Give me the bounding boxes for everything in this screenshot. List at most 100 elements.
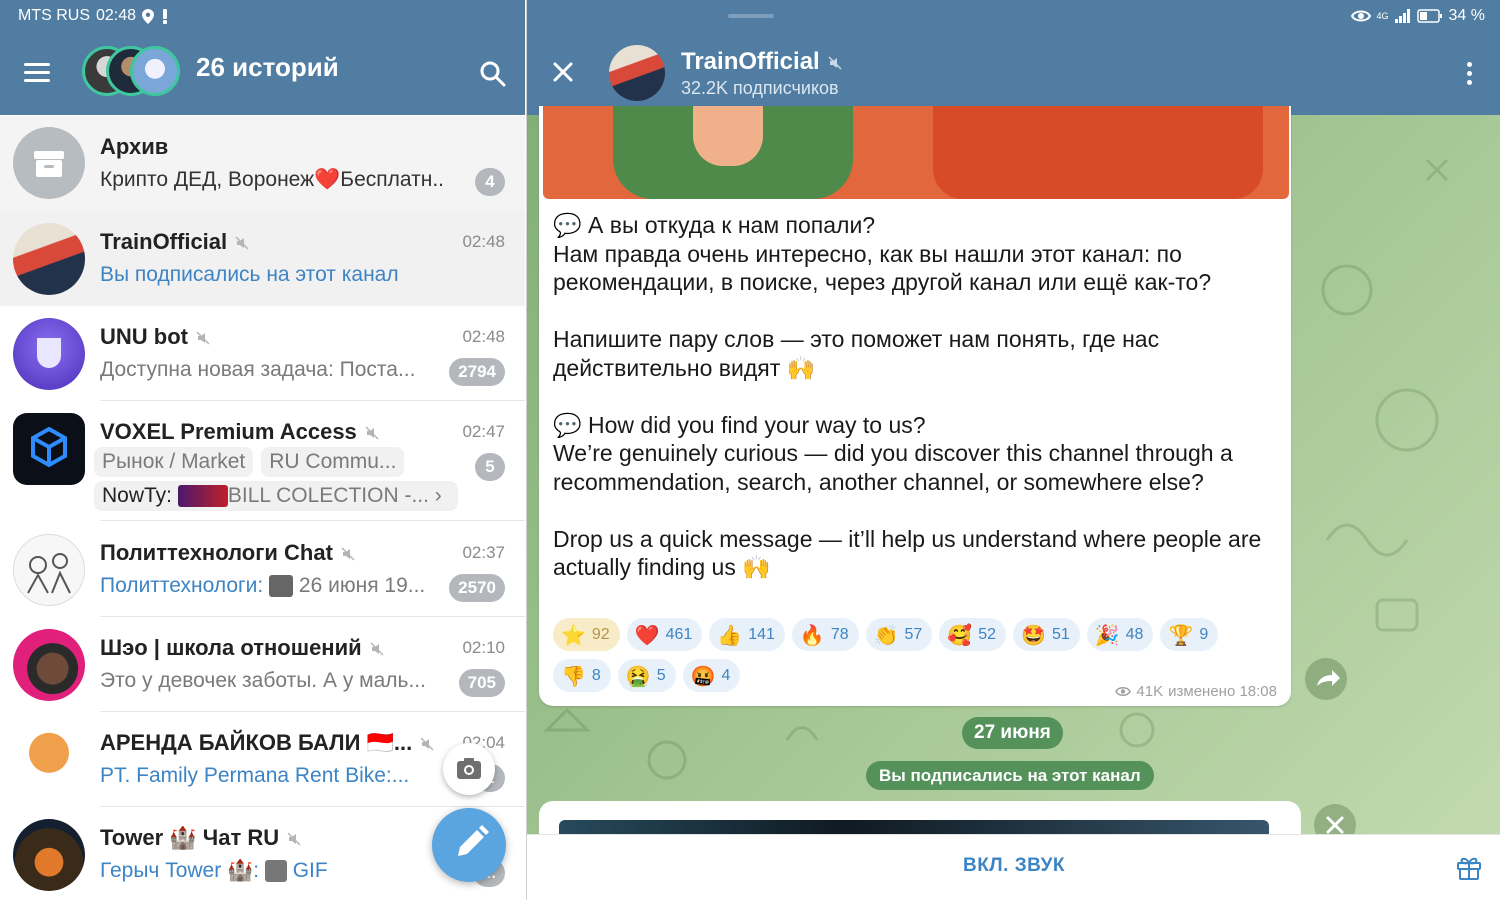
chat-title: Политтехнологи Chat bbox=[100, 540, 355, 566]
chat-row-polittech[interactable]: Политтехнологи Chat 02:37 Политтехнологи… bbox=[0, 522, 525, 617]
unread-badge: 705 bbox=[458, 669, 505, 697]
chat-preview: Политтехнологи: 26 июня 19... bbox=[100, 574, 445, 598]
star-struck-icon: 🤩 bbox=[1021, 622, 1046, 647]
reaction-star-struck[interactable]: 🤩 51 bbox=[1013, 618, 1080, 651]
stories-title[interactable]: 26 историй bbox=[196, 52, 339, 83]
edited-label: изменено 18:08 bbox=[1168, 683, 1277, 700]
reaction-party[interactable]: 🎉 48 bbox=[1086, 618, 1154, 651]
chat-row-trainofficial[interactable]: TrainOfficial 02:48 Вы подписались на эт… bbox=[0, 211, 525, 306]
preview-sender: Герыч Tower 🏰: bbox=[100, 859, 260, 882]
clock: 02:48 bbox=[96, 7, 137, 24]
chat-row-unu-bot[interactable]: UNU bot 02:48 Доступна новая задача: Пос… bbox=[0, 306, 525, 401]
unread-badge: 2794 bbox=[449, 358, 505, 386]
post-illustration[interactable] bbox=[543, 106, 1289, 199]
chat-title: Шэо | школа отношений bbox=[100, 635, 384, 661]
gif-thumb bbox=[264, 860, 287, 883]
last-message[interactable]: NowTy: BILL COLECTION -... › bbox=[94, 481, 458, 511]
preview-text: 26 июня 19... bbox=[298, 574, 426, 597]
search-icon[interactable] bbox=[479, 60, 507, 88]
chat-time: 02:47 bbox=[462, 422, 505, 441]
post-paragraph: Напишите пару слов — это поможет нам пон… bbox=[553, 326, 1160, 381]
unmute-button[interactable]: ВКЛ. ЗВУК bbox=[527, 855, 1500, 877]
archive-icon bbox=[34, 151, 64, 177]
channel-post[interactable]: 💬 А вы откуда к нам попали? Нам правда о… bbox=[539, 106, 1291, 706]
chat-row-voxel[interactable]: VOXEL Premium Access 02:47 Рынок / Marke… bbox=[0, 401, 525, 521]
menu-icon[interactable] bbox=[24, 63, 50, 83]
chat-preview: Доступна новая задача: Поста... bbox=[100, 358, 416, 381]
channel-pane: 4G 34 % TrainOfficial 32.2K подписчиков … bbox=[526, 0, 1500, 900]
reaction-vomit[interactable]: 🤮 5 bbox=[617, 659, 676, 692]
channel-avatar[interactable] bbox=[609, 45, 665, 101]
star-icon: ⭐ bbox=[561, 622, 586, 647]
thumbs-up-icon: 👍 bbox=[717, 622, 743, 647]
mute-icon bbox=[235, 236, 249, 250]
last-sender: NowTy: bbox=[102, 484, 173, 507]
love-face-icon: 🥰 bbox=[947, 622, 973, 647]
reaction-love-face[interactable]: 🥰 52 bbox=[939, 618, 1007, 651]
media-thumb bbox=[177, 485, 228, 508]
unread-badge: 5 bbox=[475, 453, 505, 481]
battery-icon bbox=[1416, 9, 1442, 23]
reaction-thumbs-up[interactable]: 👍 141 bbox=[709, 618, 785, 651]
sketch-illustration-icon bbox=[27, 553, 71, 594]
channel-title[interactable]: TrainOfficial bbox=[681, 48, 842, 76]
trophy-icon: 🏆 bbox=[1168, 622, 1194, 647]
chat-time: 02:37 bbox=[462, 543, 505, 562]
topic-tag[interactable]: Рынок / Market bbox=[94, 447, 254, 477]
chat-list-pane: MTS RUS 02:48 26 историй Архив Крипто ДЕ… bbox=[0, 0, 525, 900]
photo-thumb bbox=[269, 575, 294, 598]
story-avatar[interactable] bbox=[130, 46, 180, 96]
post-meta: 41K изменено 18:08 bbox=[1115, 683, 1277, 700]
status-bar-right: 4G 34 % bbox=[1350, 7, 1485, 25]
share-arrow-icon bbox=[1317, 670, 1340, 686]
unread-badge: 2570 bbox=[449, 574, 505, 602]
drag-handle[interactable] bbox=[728, 14, 774, 18]
reaction-heart[interactable]: ❤️ 461 bbox=[626, 618, 703, 651]
chat-list-header: MTS RUS 02:48 26 историй bbox=[0, 0, 525, 115]
reaction-thumbs-down[interactable]: 👎 8 bbox=[553, 659, 611, 692]
reaction-trophy[interactable]: 🏆 9 bbox=[1160, 618, 1219, 651]
party-popper-icon: 🎉 bbox=[1094, 622, 1120, 647]
more-options-icon[interactable] bbox=[1467, 62, 1473, 86]
camera-button[interactable] bbox=[443, 743, 495, 795]
channel-header: 4G 34 % TrainOfficial 32.2K подписчиков bbox=[527, 0, 1500, 115]
stories-avatars[interactable] bbox=[82, 46, 182, 100]
battery-label: 34 % bbox=[1448, 7, 1485, 24]
cube-icon bbox=[31, 426, 67, 468]
reaction-star[interactable]: ⭐ 92 bbox=[553, 618, 620, 651]
chat-row-sheo[interactable]: Шэо | школа отношений 02:10 Это у девоче… bbox=[0, 617, 525, 712]
reaction-clap[interactable]: 👏 57 bbox=[865, 618, 933, 651]
unu-bot-avatar bbox=[13, 318, 85, 390]
preview-text: GIF bbox=[292, 859, 328, 882]
reaction-angry[interactable]: 🤬 4 bbox=[682, 659, 741, 692]
chat-title: VOXEL Premium Access bbox=[100, 419, 379, 445]
unread-badge: 4 bbox=[475, 168, 505, 196]
camera-icon bbox=[457, 758, 481, 779]
mute-icon bbox=[196, 331, 210, 345]
chat-preview: Крипто ДЕД, Воронеж❤️Бесплатн... bbox=[100, 168, 445, 191]
chat-time: 02:48 bbox=[462, 232, 505, 251]
network-label: 4G bbox=[1376, 11, 1389, 21]
tower-avatar bbox=[13, 819, 85, 891]
chevron-right-icon: › bbox=[428, 484, 442, 507]
mute-icon bbox=[287, 832, 301, 846]
chat-title: Архив bbox=[100, 134, 169, 159]
reaction-fire[interactable]: 🔥 78 bbox=[791, 618, 859, 651]
share-button[interactable] bbox=[1305, 658, 1347, 700]
preview-sender: Политтехнологи: bbox=[100, 574, 264, 597]
divider bbox=[100, 520, 525, 521]
carrier-label: MTS RUS bbox=[18, 7, 90, 24]
status-bar-left: MTS RUS 02:48 bbox=[18, 7, 170, 25]
gift-icon[interactable] bbox=[1455, 853, 1483, 881]
close-icon[interactable] bbox=[551, 60, 575, 84]
post-paragraph: 💬 How did you find your way to us? We’re… bbox=[553, 411, 1233, 495]
sheo-avatar bbox=[13, 629, 85, 701]
vomit-face-icon: 🤮 bbox=[625, 663, 651, 688]
new-message-button[interactable] bbox=[432, 808, 506, 882]
pencil-icon bbox=[458, 825, 489, 856]
bali-bikes-avatar bbox=[13, 724, 85, 796]
views-icon bbox=[1115, 687, 1132, 696]
topic-tag[interactable]: RU Commu... bbox=[261, 447, 405, 477]
chat-row-archive[interactable]: Архив Крипто ДЕД, Воронеж❤️Бесплатн... 4 bbox=[0, 116, 525, 211]
mute-icon bbox=[341, 547, 355, 561]
